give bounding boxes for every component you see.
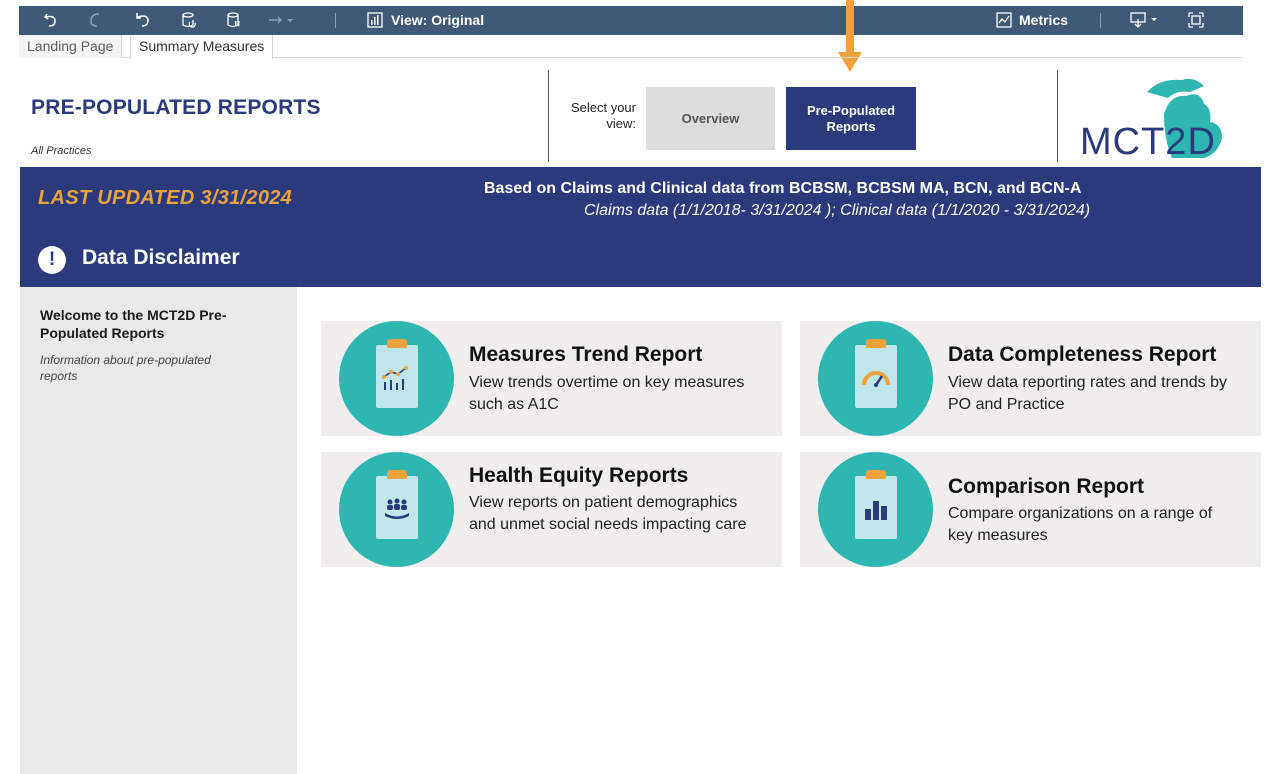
fullscreen-icon[interactable] [1186, 10, 1206, 30]
report-title: Measures Trend Report [469, 343, 703, 366]
refresh-data-icon[interactable] [179, 10, 199, 30]
page-title: PRE-POPULATED REPORTS [31, 96, 321, 119]
report-description: View reports on patient demographics and… [469, 494, 747, 533]
trend-chart-icon [376, 357, 418, 399]
report-description: View trends overtime on key measures suc… [469, 374, 745, 413]
logo-text: MCT2D [1080, 121, 1216, 162]
undo-icon[interactable] [41, 10, 61, 30]
measures-trend-report-card[interactable]: Measures Trend Report View trends overti… [321, 321, 782, 436]
report-description: View data reporting rates and trends by … [948, 374, 1227, 413]
header-divider [1057, 70, 1058, 162]
sheet-tabs: Landing Page Summary Measures [19, 35, 1243, 59]
data-completeness-report-card[interactable]: Data Completeness Report View data repor… [800, 321, 1261, 436]
download-icon[interactable] [1129, 10, 1163, 30]
metrics-icon[interactable] [994, 10, 1014, 30]
toolbar-separator [335, 13, 336, 28]
data-disclaimer-link[interactable]: Data Disclaimer [82, 246, 240, 270]
toolbar: View: Original Metrics [19, 6, 1243, 35]
gauge-icon [855, 357, 897, 399]
data-source-title: Based on Claims and Clinical data from B… [484, 180, 1082, 197]
welcome-title: Welcome to the MCT2D Pre-Populated Repor… [40, 307, 227, 341]
clipboard-icon [855, 339, 897, 408]
clipboard-icon [855, 470, 897, 539]
overview-button[interactable]: Overview [646, 87, 775, 150]
comparison-report-card[interactable]: Comparison Report Compare organizations … [800, 452, 1261, 567]
welcome-description: Information about pre-populated reports [40, 353, 211, 383]
report-icon-circle [339, 321, 454, 436]
toolbar-separator [1100, 13, 1101, 28]
report-icon-circle [818, 321, 933, 436]
revert-icon[interactable] [133, 10, 153, 30]
pre-populated-reports-button[interactable]: Pre-Populated Reports [786, 87, 916, 150]
metrics-button[interactable]: Metrics [1019, 12, 1068, 28]
last-updated-label: LAST UPDATED 3/31/2024 [38, 187, 293, 209]
view-chart-icon[interactable] [365, 10, 385, 30]
practice-filter-label: All Practices [31, 145, 92, 157]
report-title: Data Completeness Report [948, 343, 1217, 366]
data-date-ranges: Claims data (1/1/2018- 3/31/2024 ); Clin… [584, 202, 1091, 219]
report-description: Compare organizations on a range of key … [948, 505, 1213, 544]
report-title: Health Equity Reports [469, 464, 689, 487]
select-view-label: Select your view: [570, 100, 636, 131]
tab-landing-page[interactable]: Landing Page [19, 35, 123, 58]
sidebar: Welcome to the MCT2D Pre-Populated Repor… [20, 287, 297, 774]
replay-icon[interactable] [265, 10, 295, 30]
report-title: Comparison Report [948, 475, 1145, 498]
report-icon-circle [339, 452, 454, 567]
exclamation-icon[interactable]: ! [38, 246, 66, 274]
report-icon-circle [818, 452, 933, 567]
clipboard-icon [376, 339, 418, 408]
tab-summary-measures[interactable]: Summary Measures [130, 35, 274, 59]
clipboard-icon [376, 470, 418, 539]
redo-icon[interactable] [85, 10, 105, 30]
view-original-button[interactable]: View: Original [391, 12, 484, 28]
people-hand-icon [376, 488, 418, 530]
pause-updates-icon[interactable] [224, 10, 244, 30]
header-divider [548, 70, 549, 162]
bar-comparison-icon [855, 488, 897, 530]
mct2d-logo: MCT2D [1080, 78, 1222, 162]
health-equity-reports-card[interactable]: Health Equity Reports View reports on pa… [321, 452, 782, 567]
